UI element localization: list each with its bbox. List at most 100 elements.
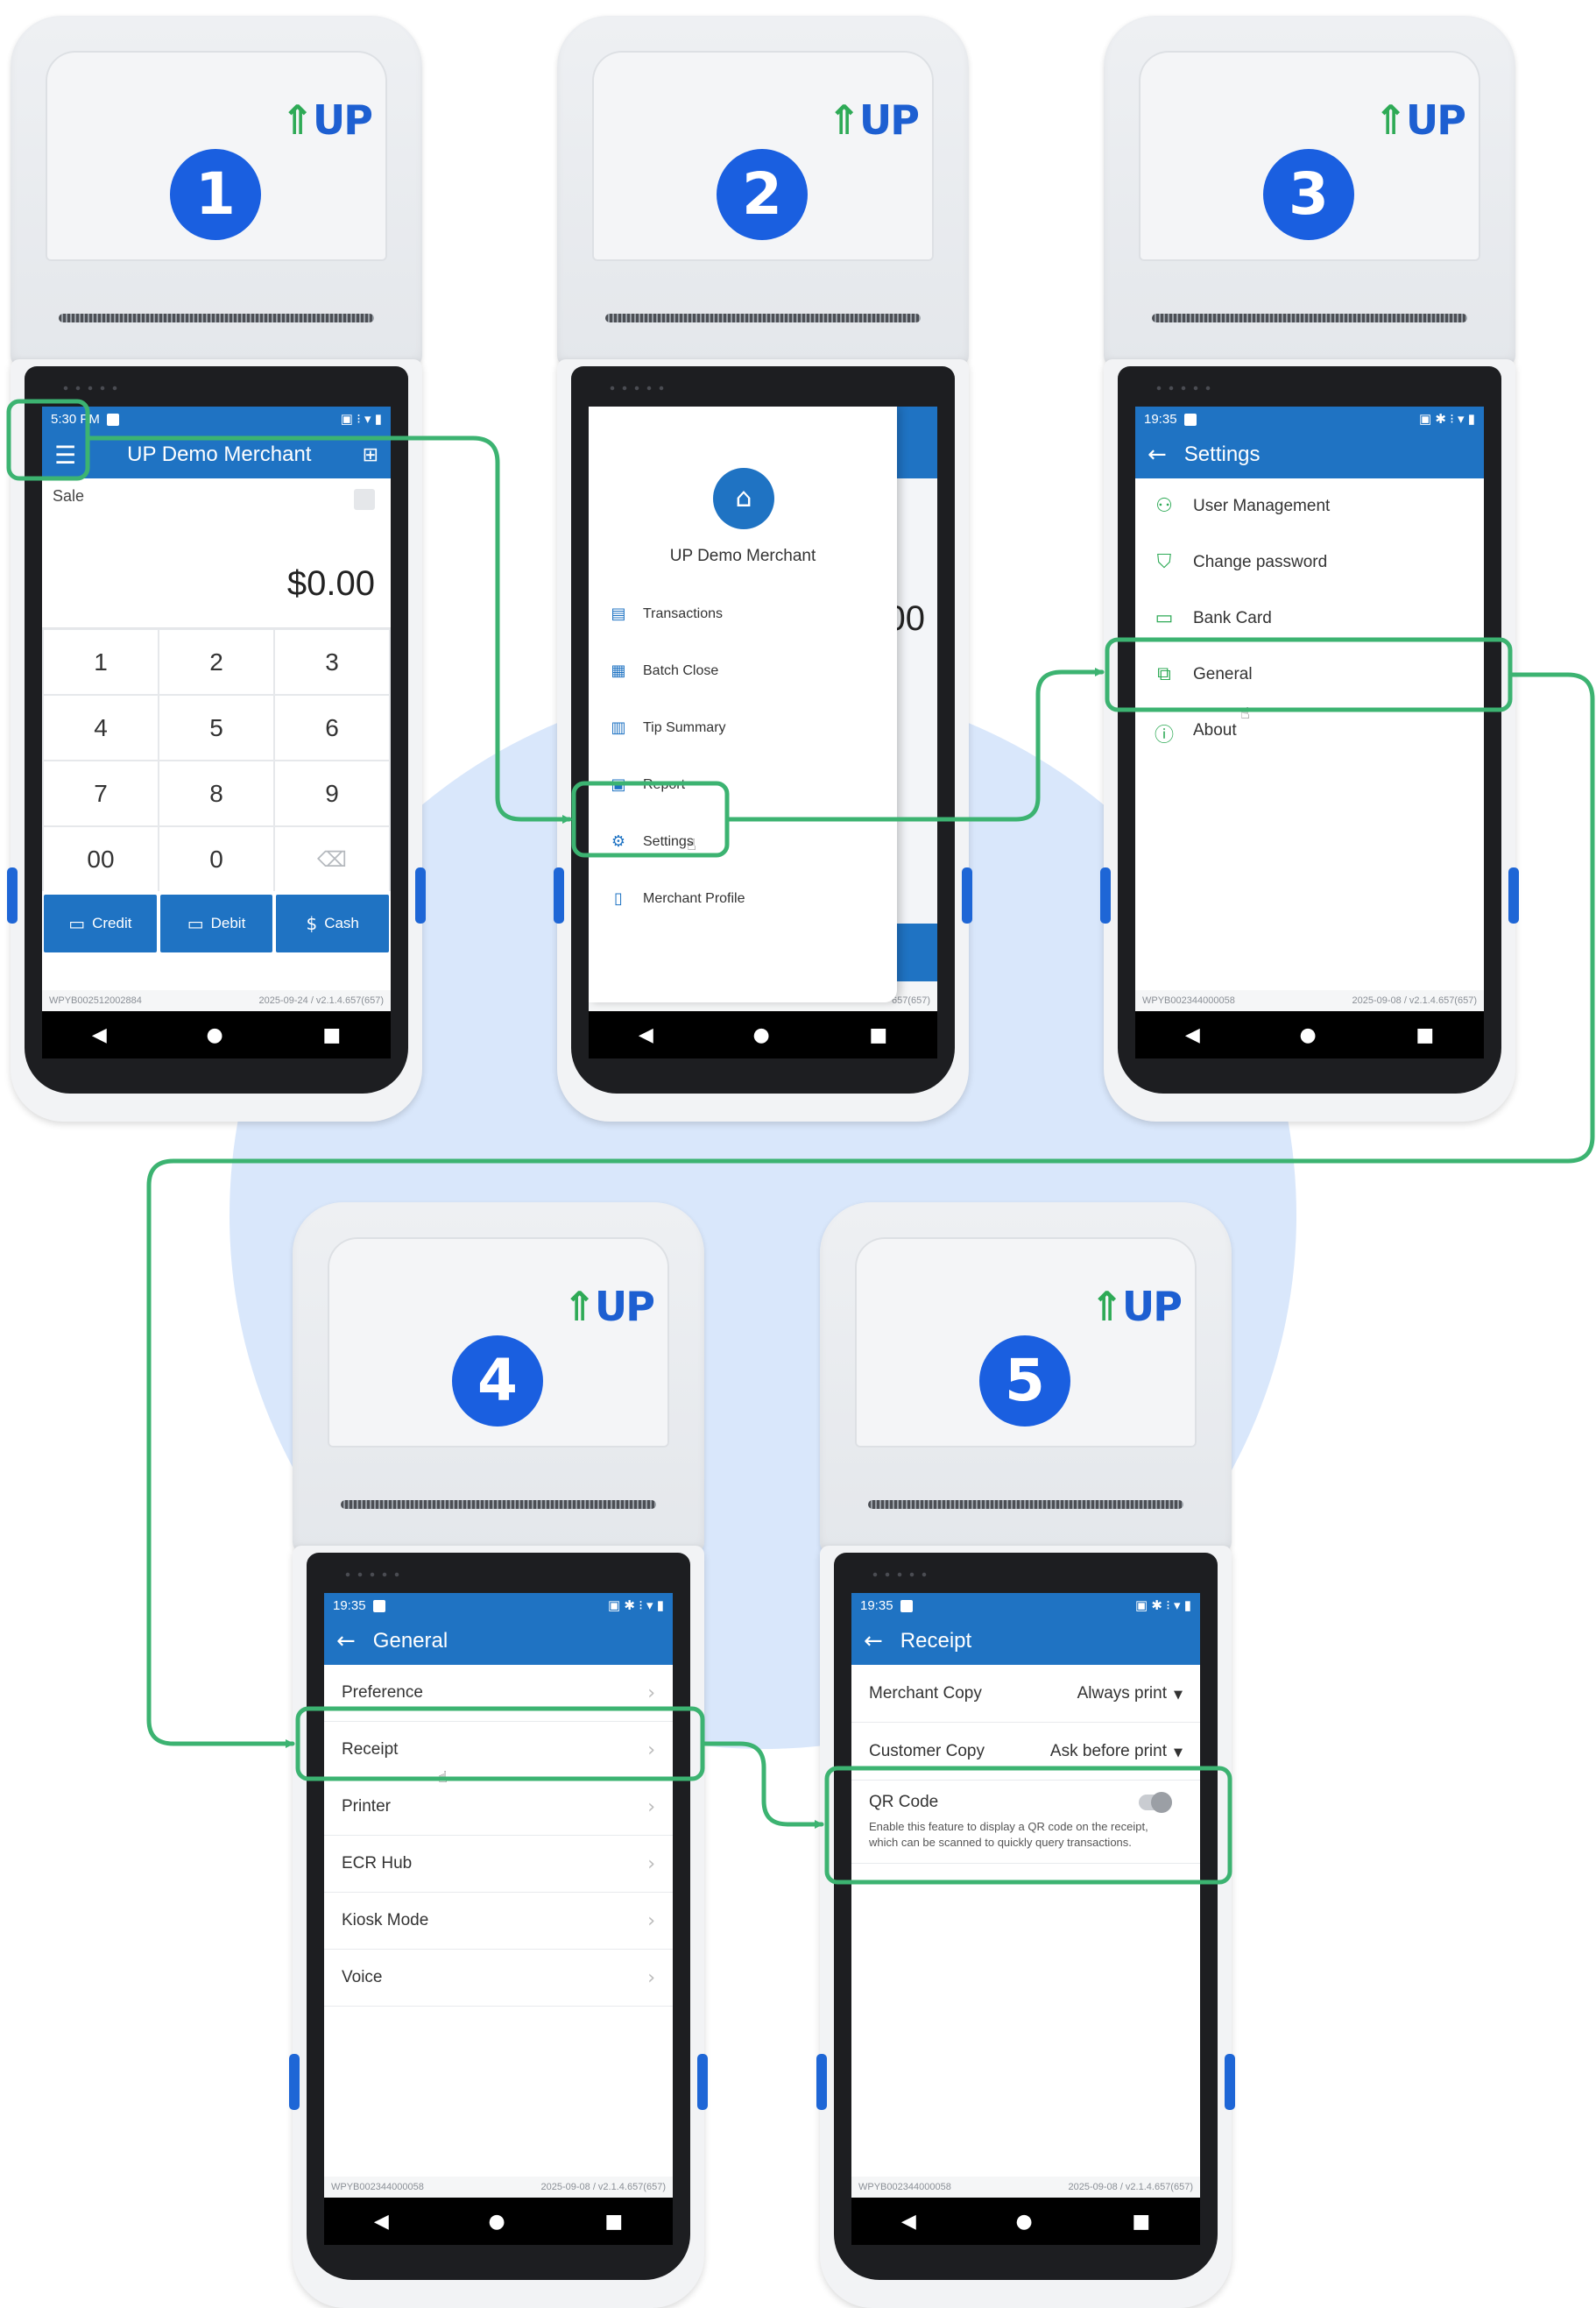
printer-housing: ⇑UP 5 [820, 1202, 1232, 1553]
step-badge-1: 1 [170, 149, 261, 240]
side-button [1100, 867, 1111, 924]
step-badge-4: 4 [452, 1335, 543, 1427]
general-item-ecr-hub[interactable]: ECR Hub › [324, 1836, 673, 1893]
qr-code-description: Enable this feature to display a QR code… [869, 1820, 1148, 1849]
page-title: Settings [1183, 442, 1261, 466]
receipt-icon: ▤ [611, 605, 626, 623]
menu-icon[interactable]: ☰ [54, 441, 76, 470]
grid-icon[interactable]: ⊞ [363, 444, 378, 466]
key-5[interactable]: 5 [159, 696, 273, 760]
customer-copy-row: Customer Copy Ask before print ▼ [851, 1723, 1200, 1781]
up-logo-icon: ⇑UP [1090, 1283, 1183, 1330]
cursor-hand-icon: ☝ [438, 1768, 448, 1787]
back-arrow-icon[interactable]: ← [864, 1628, 883, 1654]
recent-nav-icon[interactable]: ■ [322, 1024, 341, 1046]
key-6[interactable]: 6 [275, 696, 389, 760]
customer-copy-select[interactable]: Ask before print ▼ [1050, 1742, 1183, 1761]
settings-item-change-password[interactable]: ⛉ Change password [1135, 535, 1484, 591]
device-info-footer: WPYB002344000058 2025-09-08 / v2.1.4.657… [851, 2177, 1200, 2198]
step-badge-2: 2 [717, 149, 808, 240]
up-logo-icon: ⇑UP [562, 1283, 655, 1330]
cash-button[interactable]: $ Cash [276, 895, 390, 952]
keypad-toggle-icon[interactable] [354, 489, 375, 510]
home-nav-icon[interactable]: ● [488, 2211, 505, 2233]
notification-icon [106, 413, 119, 426]
general-item-voice[interactable]: Voice › [324, 1950, 673, 2007]
back-nav-icon[interactable]: ◀ [374, 2211, 389, 2233]
recent-nav-icon[interactable]: ■ [604, 2211, 623, 2233]
settings-item-bank-card[interactable]: ▭ Bank Card [1135, 591, 1484, 647]
key-4[interactable]: 4 [44, 696, 158, 760]
general-item-preference[interactable]: Preference › [324, 1665, 673, 1722]
app-title: UP Demo Merchant [127, 442, 312, 466]
key-9[interactable]: 9 [275, 761, 389, 825]
back-nav-icon[interactable]: ◀ [1185, 1024, 1200, 1046]
drawer-item-merchant-profile[interactable]: ▯ Merchant Profile [589, 870, 897, 927]
back-arrow-icon[interactable]: ← [336, 1628, 356, 1654]
status-icons: ▣ ✱ ⁝ ▾ ▮ [608, 1598, 664, 1613]
drawer-item-tip-summary[interactable]: ▥ Tip Summary [589, 699, 897, 756]
home-nav-icon[interactable]: ● [752, 1024, 769, 1046]
device-info-footer: WPYB002512002884 2025-09-24 / v2.1.4.657… [42, 990, 391, 1011]
general-item-printer[interactable]: Printer › [324, 1779, 673, 1836]
back-arrow-icon[interactable]: ← [1148, 442, 1167, 468]
general-item-kiosk-mode[interactable]: Kiosk Mode › [324, 1893, 673, 1950]
side-button [1508, 867, 1519, 924]
home-nav-icon[interactable]: ● [1299, 1024, 1316, 1046]
home-nav-icon[interactable]: ● [1015, 2211, 1032, 2233]
screen-bezel: 00 657(657) ⌂ UP Demo Merchant ▤ Transact… [571, 366, 955, 1094]
settings-item-user-management[interactable]: ⚇ User Management [1135, 478, 1484, 535]
batch-icon: ▦ [611, 662, 626, 680]
store-icon: ⌂ [713, 468, 774, 529]
debit-button[interactable]: ▭ Debit [159, 895, 273, 952]
key-2[interactable]: 2 [159, 630, 273, 694]
key-1[interactable]: 1 [44, 630, 158, 694]
credit-button[interactable]: ▭ Credit [44, 895, 157, 952]
key-0[interactable]: 0 [159, 827, 273, 891]
qr-code-toggle[interactable] [1139, 1792, 1172, 1813]
android-nav-bar: ◀ ● ■ [324, 2198, 673, 2245]
recent-nav-icon[interactable]: ■ [1132, 2211, 1150, 2233]
status-bar: 19:35 ▣ ✱ ⁝ ▾ ▮ [1135, 407, 1484, 431]
device-step-1: ⇑UP 1 5:30 PM ▣ ⁝ ▾ ▮ ☰ UP Demo Merchant… [7, 16, 426, 1122]
status-time: 19:35 [860, 1597, 893, 1613]
app-bar: ← General [324, 1618, 673, 1665]
drawer-item-settings[interactable]: ⚙ Settings [589, 813, 897, 870]
up-logo-icon: ⇑UP [1374, 96, 1466, 144]
home-nav-icon[interactable]: ● [206, 1024, 222, 1046]
device-body: 5:30 PM ▣ ⁝ ▾ ▮ ☰ UP Demo Merchant ⊞ Sal… [7, 359, 426, 1122]
paper-slot [605, 314, 921, 322]
caret-down-icon: ▼ [1174, 1745, 1183, 1759]
sliders-icon: ⧉ [1157, 663, 1171, 685]
key-00[interactable]: 00 [44, 827, 158, 891]
step-badge-5: 5 [979, 1335, 1070, 1427]
drawer-item-report[interactable]: ▣ Report [589, 756, 897, 813]
back-nav-icon[interactable]: ◀ [901, 2211, 916, 2233]
up-logo-icon: ⇑UP [827, 96, 920, 144]
speaker-grille [606, 386, 667, 391]
android-nav-bar: ◀ ● ■ [589, 1011, 937, 1058]
app-bar: ← Settings [1135, 431, 1484, 478]
screen-bezel: 19:35 ▣ ✱ ⁝ ▾ ▮ ← Settings ⚇ User Managem… [1118, 366, 1501, 1094]
drawer-item-batch-close[interactable]: ▦ Batch Close [589, 642, 897, 699]
card-icon: ▭ [1155, 607, 1174, 629]
settings-item-about[interactable]: ⓘ About [1135, 703, 1484, 759]
notification-icon [900, 1599, 913, 1612]
key-8[interactable]: 8 [159, 761, 273, 825]
general-item-receipt[interactable]: Receipt › [324, 1722, 673, 1779]
profile-icon: ▯ [614, 889, 623, 908]
merchant-copy-select[interactable]: Always print ▼ [1077, 1684, 1183, 1703]
app-bar: ☰ UP Demo Merchant ⊞ [42, 431, 391, 478]
back-nav-icon[interactable]: ◀ [92, 1024, 107, 1046]
printer-housing: ⇑UP 2 [557, 16, 969, 366]
drawer-item-transactions[interactable]: ▤ Transactions [589, 585, 897, 642]
backspace-key[interactable]: ⌫ [275, 827, 389, 891]
side-button [289, 2054, 300, 2110]
recent-nav-icon[interactable]: ■ [1416, 1024, 1434, 1046]
key-3[interactable]: 3 [275, 630, 389, 694]
settings-item-general[interactable]: ⧉ General [1135, 647, 1484, 703]
version-label: 2025-09-08 / v2.1.4.657(657) [1352, 995, 1478, 1006]
recent-nav-icon[interactable]: ■ [869, 1024, 887, 1046]
key-7[interactable]: 7 [44, 761, 158, 825]
back-nav-icon[interactable]: ◀ [639, 1024, 653, 1046]
